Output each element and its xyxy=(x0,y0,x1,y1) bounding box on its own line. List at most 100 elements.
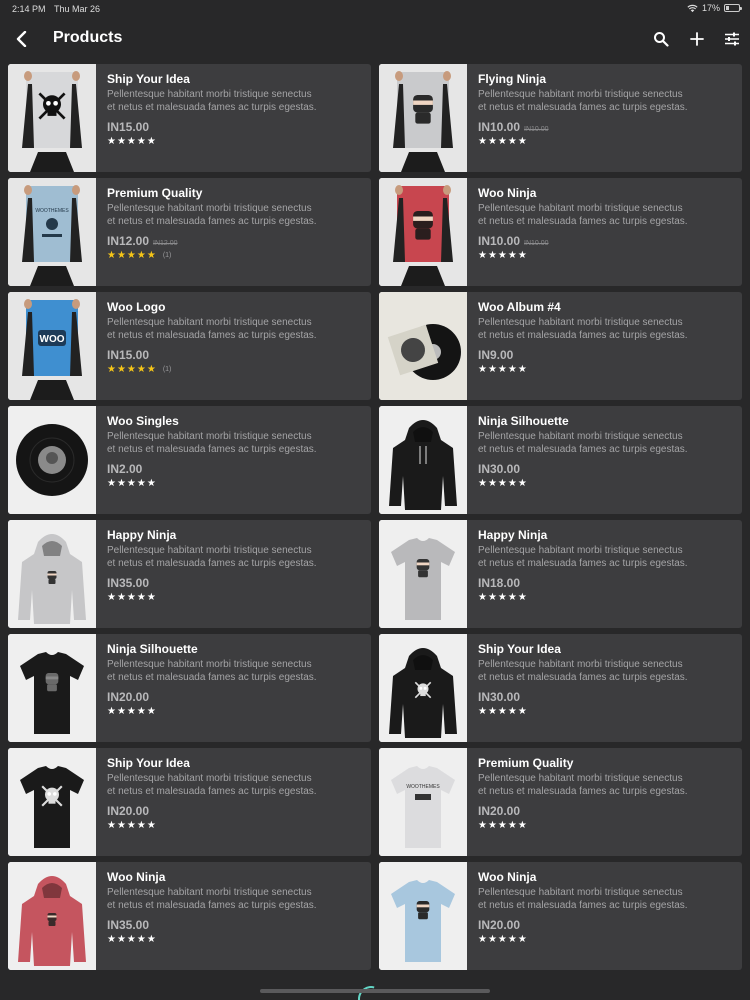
product-card[interactable]: Woo Ninja Pellentesque habitant morbi tri… xyxy=(8,862,371,970)
product-description: Pellentesque habitant morbi tristique se… xyxy=(107,658,365,684)
product-info: Premium Quality Pellentesque habitant mor… xyxy=(478,756,736,831)
product-description-line: et netus et malesuada fames ac turpis eg… xyxy=(107,102,317,113)
product-card[interactable]: Ship Your Idea Pellentesque habitant morb… xyxy=(8,748,371,856)
product-card[interactable]: Happy Ninja Pellentesque habitant morbi t… xyxy=(379,520,742,628)
product-description-line: Pellentesque habitant morbi tristique se… xyxy=(478,887,683,898)
product-image[interactable] xyxy=(379,292,467,400)
rating-row: ★★★★★ (1) xyxy=(107,364,365,375)
product-image[interactable] xyxy=(379,634,467,742)
product-card[interactable]: WOOTHEMES Premium Quality Pellentesque hab… xyxy=(379,748,742,856)
product-image[interactable] xyxy=(379,520,467,628)
add-product-button[interactable] xyxy=(685,27,709,51)
product-info: Premium Quality Pellentesque habitant mor… xyxy=(107,186,365,261)
star-rating-icon: ★★★★★ xyxy=(478,934,528,945)
product-description: Pellentesque habitant morbi tristique se… xyxy=(107,886,365,912)
rating-row: ★★★★★ xyxy=(478,136,736,147)
price-row: IN12.00 IN12.00 xyxy=(107,234,365,248)
star-rating-icon: ★★★★★ xyxy=(478,250,528,261)
product-card[interactable]: WOOTHEMES Premium Quality Pellentesque hab… xyxy=(8,178,371,286)
star-rating-icon: ★★★★★ xyxy=(478,592,528,603)
product-card[interactable]: Ship Your Idea Pellentesque habitant morb… xyxy=(8,64,371,172)
product-description-line: Pellentesque habitant morbi tristique se… xyxy=(478,317,683,328)
product-description-line: Pellentesque habitant morbi tristique se… xyxy=(478,431,683,442)
filter-button[interactable] xyxy=(720,27,744,51)
product-description: Pellentesque habitant morbi tristique se… xyxy=(107,316,365,342)
star-rating-icon: ★★★★★ xyxy=(107,478,157,489)
rating-row: ★★★★★ xyxy=(107,706,365,717)
product-name: Ship Your Idea xyxy=(107,72,190,86)
product-card[interactable]: Ninja Silhouette Pellentesque habitant mo… xyxy=(379,406,742,514)
home-indicator[interactable] xyxy=(260,989,490,993)
product-image[interactable] xyxy=(379,178,467,286)
product-description: Pellentesque habitant morbi tristique se… xyxy=(478,88,736,114)
product-image[interactable] xyxy=(8,64,96,172)
product-card[interactable]: Ship Your Idea Pellentesque habitant morb… xyxy=(379,634,742,742)
product-image-art xyxy=(379,64,467,172)
product-card[interactable]: Woo Singles Pellentesque habitant morbi t… xyxy=(8,406,371,514)
battery-percent: 17% xyxy=(701,3,720,13)
product-card[interactable]: Woo Album #4 Pellentesque habitant morbi … xyxy=(379,292,742,400)
product-image[interactable]: WOOTHEMES xyxy=(379,748,467,856)
product-image[interactable] xyxy=(8,520,96,628)
product-price: IN20.00 xyxy=(107,690,150,704)
product-info: Happy Ninja Pellentesque habitant morbi t… xyxy=(478,528,736,603)
product-card[interactable]: Flying Ninja Pellentesque habitant morbi … xyxy=(379,64,742,172)
price-row: IN10.00 IN10.00 xyxy=(478,120,736,134)
product-image-art: WOOTHEMES xyxy=(8,178,96,286)
product-price: IN12.00 xyxy=(107,234,150,248)
product-price: IN9.00 xyxy=(478,348,514,362)
product-info: Woo Singles Pellentesque habitant morbi t… xyxy=(107,414,365,489)
product-name: Flying Ninja xyxy=(478,72,547,86)
regular-price: IN10.00 xyxy=(524,240,549,247)
price-row: IN30.00 xyxy=(478,462,736,476)
product-card[interactable]: WOO Woo Logo Pellentesque habitant morbi t… xyxy=(8,292,371,400)
rating-row: ★★★★★ xyxy=(478,820,736,831)
product-price: IN2.00 xyxy=(107,462,143,476)
product-description: Pellentesque habitant morbi tristique se… xyxy=(478,658,736,684)
plus-icon xyxy=(690,32,704,46)
product-image[interactable] xyxy=(8,406,96,514)
rating-row: ★★★★★ xyxy=(107,136,365,147)
product-description-line: et netus et malesuada fames ac turpis eg… xyxy=(107,444,317,455)
product-image[interactable] xyxy=(379,862,467,970)
status-date: Thu Mar 26 xyxy=(54,4,101,14)
product-card[interactable]: Woo Ninja Pellentesque habitant morbi tri… xyxy=(379,178,742,286)
product-image[interactable] xyxy=(379,406,467,514)
product-price: IN10.00 xyxy=(478,234,521,248)
product-name: Woo Ninja xyxy=(478,186,537,200)
product-card[interactable]: Happy Ninja Pellentesque habitant morbi t… xyxy=(8,520,371,628)
price-row: IN35.00 xyxy=(107,918,365,932)
product-description-line: et netus et malesuada fames ac turpis eg… xyxy=(107,900,317,911)
product-description: Pellentesque habitant morbi tristique se… xyxy=(478,772,736,798)
price-row: IN20.00 xyxy=(107,804,365,818)
product-image[interactable] xyxy=(8,862,96,970)
product-info: Woo Logo Pellentesque habitant morbi tris… xyxy=(107,300,365,375)
rating-row: ★★★★★ xyxy=(478,478,736,489)
product-image[interactable] xyxy=(379,64,467,172)
product-price: IN15.00 xyxy=(107,348,150,362)
product-image[interactable]: WOO xyxy=(8,292,96,400)
page-title: Products xyxy=(53,29,123,46)
star-rating-icon: ★★★★★ xyxy=(478,478,528,489)
price-row: IN10.00 IN10.00 xyxy=(478,234,736,248)
star-rating-icon: ★★★★★ xyxy=(107,706,157,717)
product-description: Pellentesque habitant morbi tristique se… xyxy=(478,316,736,342)
product-image[interactable] xyxy=(8,634,96,742)
star-rating-icon: ★★★★★ xyxy=(107,934,157,945)
back-button[interactable] xyxy=(10,27,34,51)
back-arrow-icon xyxy=(16,31,27,47)
search-button[interactable] xyxy=(649,27,673,51)
star-rating-icon: ★★★★★ xyxy=(478,706,528,717)
product-description: Pellentesque habitant morbi tristique se… xyxy=(478,430,736,456)
svg-text:WOOTHEMES: WOOTHEMES xyxy=(406,784,440,790)
product-card[interactable]: Woo Ninja Pellentesque habitant morbi tri… xyxy=(379,862,742,970)
product-card[interactable]: Ninja Silhouette Pellentesque habitant mo… xyxy=(8,634,371,742)
product-image[interactable]: WOOTHEMES xyxy=(8,178,96,286)
product-name: Woo Ninja xyxy=(107,870,166,884)
product-info: Woo Ninja Pellentesque habitant morbi tri… xyxy=(107,870,365,945)
product-image-art xyxy=(8,520,96,628)
product-image[interactable] xyxy=(8,748,96,856)
app-bar: Products xyxy=(0,18,750,60)
product-name: Happy Ninja xyxy=(478,528,548,542)
product-image-art: WOO xyxy=(8,292,96,400)
